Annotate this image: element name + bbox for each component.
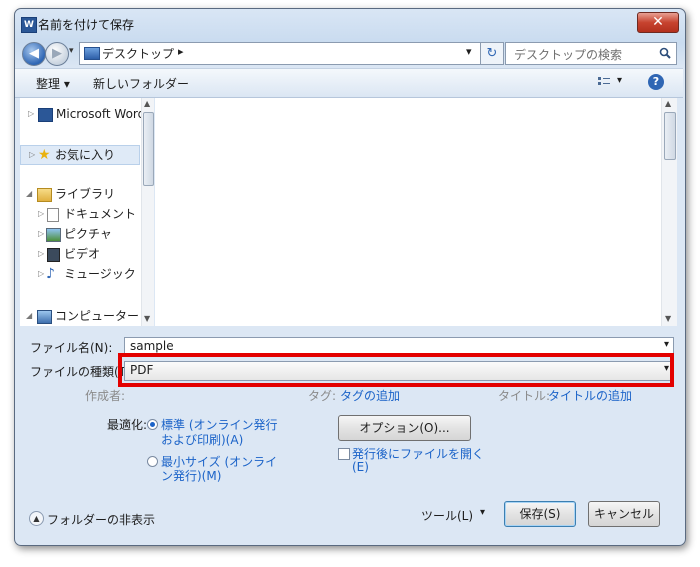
breadcrumb-desktop[interactable]: デスクトップ bbox=[102, 45, 174, 62]
open-after-publish-label-line2[interactable]: (E) bbox=[352, 460, 369, 474]
title-value[interactable]: タイトルの追加 bbox=[548, 387, 632, 404]
search-input[interactable]: デスクトップの検索 bbox=[505, 42, 677, 65]
expand-icon[interactable]: ▷ bbox=[38, 265, 44, 283]
filename-value: sample bbox=[130, 339, 174, 353]
cancel-button[interactable]: キャンセル bbox=[588, 501, 660, 527]
expand-icon[interactable]: ▷ bbox=[38, 245, 44, 263]
desktop-icon bbox=[84, 47, 100, 60]
recent-pages-dropdown-icon[interactable]: ▾ bbox=[69, 46, 74, 56]
nav-item-favorites[interactable]: ▷ ★ お気に入り bbox=[20, 145, 140, 165]
nav-item-videos[interactable]: ▷ ビデオ bbox=[20, 245, 141, 263]
filename-label: ファイル名(N): bbox=[30, 341, 113, 355]
nav-item-label: ミュージック bbox=[64, 267, 136, 281]
new-folder-button[interactable]: 新しいフォルダー bbox=[93, 75, 189, 92]
close-button[interactable]: ✕ bbox=[637, 12, 679, 33]
save-button[interactable]: 保存(S) bbox=[504, 501, 576, 527]
nav-item-label: ライブラリ bbox=[55, 187, 116, 201]
tags-value[interactable]: タグの追加 bbox=[340, 387, 400, 404]
open-after-publish-label[interactable]: 発行後にファイルを開く bbox=[352, 445, 484, 462]
organize-menu[interactable]: 整理 ▾ bbox=[36, 75, 70, 92]
music-icon: ♪ bbox=[46, 266, 55, 282]
tags-label: タグ: bbox=[308, 389, 337, 403]
word-app-icon: W bbox=[21, 17, 37, 33]
optimize-minimum-radio[interactable] bbox=[147, 456, 158, 467]
forward-arrow-icon: ▶ bbox=[52, 46, 62, 61]
scrollbar-thumb[interactable] bbox=[143, 112, 154, 186]
scrollbar-thumb[interactable] bbox=[664, 112, 676, 160]
video-icon bbox=[47, 248, 60, 262]
picture-icon bbox=[46, 228, 61, 242]
view-dropdown-icon[interactable]: ▾ bbox=[617, 75, 622, 86]
hide-folders-button[interactable]: フォルダーの非表示 bbox=[47, 511, 155, 528]
nav-item-label: お気に入り bbox=[55, 148, 116, 162]
expand-icon[interactable]: ▷ bbox=[38, 225, 44, 243]
collapse-icon[interactable]: ◢ bbox=[26, 185, 32, 203]
optimize-minimum-label-line2[interactable]: ン発行)(M) bbox=[161, 467, 221, 484]
file-list-scrollbar[interactable]: ▲ ▼ bbox=[661, 98, 677, 326]
nav-item-label: ビデオ bbox=[64, 247, 101, 261]
author-label: 作成者: bbox=[85, 389, 126, 403]
scroll-up-icon[interactable]: ▲ bbox=[144, 99, 150, 108]
nav-item-label: ピクチャ bbox=[64, 227, 112, 241]
collapse-up-icon[interactable]: ▲ bbox=[29, 511, 44, 526]
optimize-label: 最適化: bbox=[107, 418, 148, 432]
options-button[interactable]: オプション(O)... bbox=[338, 415, 471, 441]
magnifier-icon[interactable] bbox=[659, 47, 671, 59]
navigation-scrollbar[interactable]: ▲ ▼ bbox=[141, 98, 154, 326]
view-options-icon[interactable] bbox=[597, 75, 611, 89]
computer-icon bbox=[37, 310, 52, 324]
optimize-standard-label-line2[interactable]: および印刷)(A) bbox=[161, 431, 243, 448]
tools-menu[interactable]: ツール(L) bbox=[421, 507, 473, 524]
file-list-area[interactable] bbox=[155, 98, 661, 326]
filename-dropdown-icon[interactable]: ▾ bbox=[664, 339, 669, 350]
open-after-publish-checkbox[interactable] bbox=[338, 448, 350, 460]
expand-icon[interactable]: ▷ bbox=[38, 205, 44, 223]
scroll-up-icon[interactable]: ▲ bbox=[665, 99, 671, 108]
library-icon bbox=[37, 188, 52, 202]
nav-item-music[interactable]: ▷ ♪ ミュージック bbox=[20, 265, 141, 283]
nav-item-documents[interactable]: ▷ ドキュメント bbox=[20, 205, 141, 223]
scroll-down-icon[interactable]: ▼ bbox=[144, 314, 150, 323]
collapse-icon[interactable]: ◢ bbox=[26, 307, 32, 325]
expand-icon[interactable]: ▷ bbox=[29, 146, 35, 164]
nav-item-label: ドキュメント bbox=[64, 207, 137, 221]
back-arrow-icon: ◀ bbox=[29, 46, 39, 61]
nav-item-label: Microsoft Word bbox=[56, 107, 146, 121]
expand-icon[interactable]: ▷ bbox=[28, 105, 34, 123]
refresh-button[interactable]: ↻ bbox=[480, 42, 504, 65]
forward-button[interactable]: ▶ bbox=[45, 42, 69, 66]
nav-item-pictures[interactable]: ▷ ピクチャ bbox=[20, 225, 141, 243]
highlight-box bbox=[118, 353, 674, 387]
tools-dropdown-icon[interactable]: ▾ bbox=[480, 507, 485, 518]
address-bar[interactable]: デスクトップ ▸ ▾ bbox=[79, 42, 481, 65]
help-icon[interactable]: ? bbox=[648, 74, 664, 90]
nav-item-computer[interactable]: ◢ コンピューター bbox=[20, 307, 141, 325]
title-label: タイトル: bbox=[498, 389, 551, 403]
back-button[interactable]: ◀ bbox=[22, 42, 46, 66]
document-icon bbox=[47, 208, 59, 222]
nav-item-word[interactable]: ▷ Microsoft Word bbox=[20, 105, 145, 123]
optimize-standard-radio[interactable] bbox=[147, 419, 158, 430]
word-icon bbox=[38, 108, 53, 122]
navigation-pane: ▷ Microsoft Word ▷ ★ お気に入り ◢ ライブラリ ▷ ドキュ… bbox=[20, 98, 145, 326]
breadcrumb-chevron-icon[interactable]: ▸ bbox=[178, 45, 184, 58]
star-icon: ★ bbox=[38, 147, 51, 163]
address-dropdown-icon[interactable]: ▾ bbox=[466, 45, 472, 58]
search-placeholder: デスクトップの検索 bbox=[514, 48, 623, 62]
scroll-down-icon[interactable]: ▼ bbox=[665, 314, 671, 323]
window-title: 名前を付けて保存 bbox=[38, 18, 135, 32]
nav-item-library[interactable]: ◢ ライブラリ bbox=[20, 185, 141, 203]
nav-item-label: コンピューター bbox=[55, 309, 140, 323]
